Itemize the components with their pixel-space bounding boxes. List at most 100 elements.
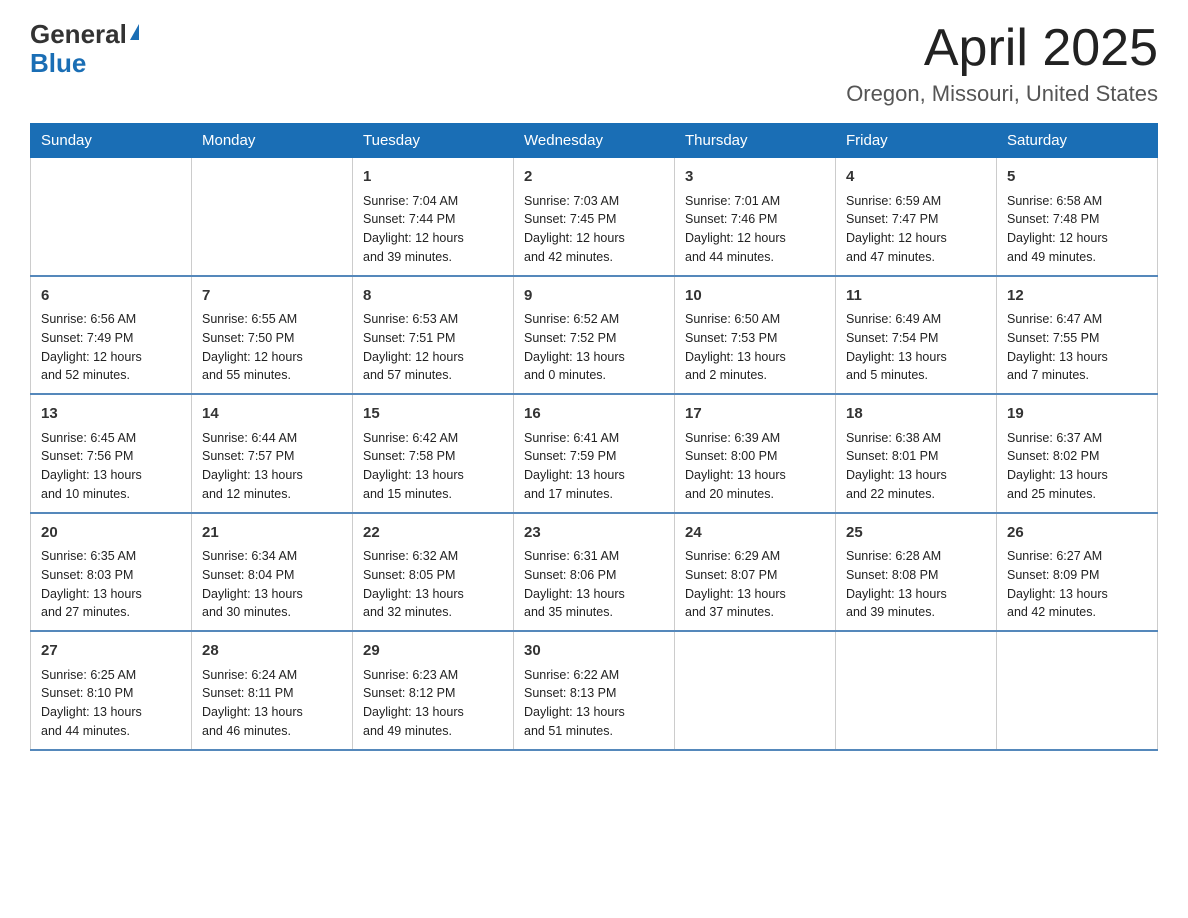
table-row: 11Sunrise: 6:49 AM Sunset: 7:54 PM Dayli… [836, 276, 997, 395]
day-number: 13 [41, 403, 181, 426]
day-info: Sunrise: 6:55 AM Sunset: 7:50 PM Dayligh… [202, 310, 342, 385]
col-wednesday: Wednesday [514, 124, 675, 158]
day-number: 10 [685, 285, 825, 308]
day-info: Sunrise: 7:04 AM Sunset: 7:44 PM Dayligh… [363, 192, 503, 267]
table-row: 30 Sunrise: 6:22 AM Sunset: 8:13 PM Dayli… [514, 631, 675, 750]
table-row: 21Sunrise: 6:34 AM Sunset: 8:04 PM Dayli… [192, 513, 353, 632]
day-info: Sunrise: 6:25 AM Sunset: 8:10 PM Dayligh… [41, 666, 181, 741]
table-row: 15 Sunrise: 6:42 AM Sunset: 7:58 PM Dayli… [353, 394, 514, 513]
calendar-table: Sunday Monday Tuesday Wednesday Thursday… [30, 123, 1158, 751]
day-info: Sunrise: 6:24 AM Sunset: 8:11 PM Dayligh… [202, 666, 342, 741]
col-sunday: Sunday [31, 124, 192, 158]
day-number: 29 [363, 640, 503, 663]
day-info: Sunrise: 6:45 AM Sunset: 7:56 PM Dayligh… [41, 429, 181, 504]
day-info: Sunrise: 6:53 AM Sunset: 7:51 PM Dayligh… [363, 310, 503, 385]
day-number: 8 [363, 285, 503, 308]
day-number: 7 [202, 285, 342, 308]
table-row [836, 631, 997, 750]
day-number: 17 [685, 403, 825, 426]
logo-blue-text: Blue [30, 49, 139, 78]
table-row [997, 631, 1158, 750]
day-info: Sunrise: 6:32 AM Sunset: 8:05 PM Dayligh… [363, 547, 503, 622]
table-row: 29 Sunrise: 6:23 AM Sunset: 8:12 PM Dayli… [353, 631, 514, 750]
table-row: 28 Sunrise: 6:24 AM Sunset: 8:11 PM Dayli… [192, 631, 353, 750]
day-info: Sunrise: 6:58 AM Sunset: 7:48 PM Dayligh… [1007, 192, 1147, 267]
day-info: Sunrise: 6:42 AM Sunset: 7:58 PM Dayligh… [363, 429, 503, 504]
day-info: Sunrise: 6:38 AM Sunset: 8:01 PM Dayligh… [846, 429, 986, 504]
day-number: 23 [524, 522, 664, 545]
day-number: 2 [524, 166, 664, 189]
day-info: Sunrise: 6:22 AM Sunset: 8:13 PM Dayligh… [524, 666, 664, 741]
table-row: 4Sunrise: 6:59 AM Sunset: 7:47 PM Daylig… [836, 158, 997, 276]
day-number: 22 [363, 522, 503, 545]
logo-general-text: General [30, 20, 139, 49]
table-row: 12Sunrise: 6:47 AM Sunset: 7:55 PM Dayli… [997, 276, 1158, 395]
table-row: 18Sunrise: 6:38 AM Sunset: 8:01 PM Dayli… [836, 394, 997, 513]
day-info: Sunrise: 6:31 AM Sunset: 8:06 PM Dayligh… [524, 547, 664, 622]
table-row [675, 631, 836, 750]
table-row: 25Sunrise: 6:28 AM Sunset: 8:08 PM Dayli… [836, 513, 997, 632]
table-row: 1 Sunrise: 7:04 AM Sunset: 7:44 PM Daylig… [353, 158, 514, 276]
table-row: 23Sunrise: 6:31 AM Sunset: 8:06 PM Dayli… [514, 513, 675, 632]
day-info: Sunrise: 7:01 AM Sunset: 7:46 PM Dayligh… [685, 192, 825, 267]
day-number: 24 [685, 522, 825, 545]
day-number: 6 [41, 285, 181, 308]
day-number: 3 [685, 166, 825, 189]
day-info: Sunrise: 6:29 AM Sunset: 8:07 PM Dayligh… [685, 547, 825, 622]
day-number: 5 [1007, 166, 1147, 189]
day-number: 28 [202, 640, 342, 663]
col-monday: Monday [192, 124, 353, 158]
day-number: 21 [202, 522, 342, 545]
col-saturday: Saturday [997, 124, 1158, 158]
col-friday: Friday [836, 124, 997, 158]
calendar-week-row: 6Sunrise: 6:56 AM Sunset: 7:49 PM Daylig… [31, 276, 1158, 395]
table-row: 26Sunrise: 6:27 AM Sunset: 8:09 PM Dayli… [997, 513, 1158, 632]
day-info: Sunrise: 6:44 AM Sunset: 7:57 PM Dayligh… [202, 429, 342, 504]
day-info: Sunrise: 7:03 AM Sunset: 7:45 PM Dayligh… [524, 192, 664, 267]
day-number: 4 [846, 166, 986, 189]
col-thursday: Thursday [675, 124, 836, 158]
table-row: 6Sunrise: 6:56 AM Sunset: 7:49 PM Daylig… [31, 276, 192, 395]
table-row: 5 Sunrise: 6:58 AM Sunset: 7:48 PM Daylig… [997, 158, 1158, 276]
day-number: 1 [363, 166, 503, 189]
page-header: General Blue April 2025 Oregon, Missouri… [30, 20, 1158, 107]
day-info: Sunrise: 6:27 AM Sunset: 8:09 PM Dayligh… [1007, 547, 1147, 622]
day-number: 16 [524, 403, 664, 426]
day-number: 14 [202, 403, 342, 426]
day-info: Sunrise: 6:47 AM Sunset: 7:55 PM Dayligh… [1007, 310, 1147, 385]
table-row: 8Sunrise: 6:53 AM Sunset: 7:51 PM Daylig… [353, 276, 514, 395]
day-number: 25 [846, 522, 986, 545]
table-row: 7Sunrise: 6:55 AM Sunset: 7:50 PM Daylig… [192, 276, 353, 395]
table-row [31, 158, 192, 276]
table-row: 3 Sunrise: 7:01 AM Sunset: 7:46 PM Daylig… [675, 158, 836, 276]
day-info: Sunrise: 6:28 AM Sunset: 8:08 PM Dayligh… [846, 547, 986, 622]
table-row: 24Sunrise: 6:29 AM Sunset: 8:07 PM Dayli… [675, 513, 836, 632]
day-info: Sunrise: 6:56 AM Sunset: 7:49 PM Dayligh… [41, 310, 181, 385]
day-number: 11 [846, 285, 986, 308]
logo: General Blue [30, 20, 139, 77]
day-number: 19 [1007, 403, 1147, 426]
table-row: 22Sunrise: 6:32 AM Sunset: 8:05 PM Dayli… [353, 513, 514, 632]
day-number: 12 [1007, 285, 1147, 308]
day-info: Sunrise: 6:34 AM Sunset: 8:04 PM Dayligh… [202, 547, 342, 622]
table-row: 14 Sunrise: 6:44 AM Sunset: 7:57 PM Dayli… [192, 394, 353, 513]
day-number: 15 [363, 403, 503, 426]
calendar-week-row: 1 Sunrise: 7:04 AM Sunset: 7:44 PM Daylig… [31, 158, 1158, 276]
month-title: April 2025 [846, 20, 1158, 77]
table-row: 9Sunrise: 6:52 AM Sunset: 7:52 PM Daylig… [514, 276, 675, 395]
table-row: 10Sunrise: 6:50 AM Sunset: 7:53 PM Dayli… [675, 276, 836, 395]
col-tuesday: Tuesday [353, 124, 514, 158]
table-row [192, 158, 353, 276]
day-info: Sunrise: 6:50 AM Sunset: 7:53 PM Dayligh… [685, 310, 825, 385]
day-number: 30 [524, 640, 664, 663]
location-title: Oregon, Missouri, United States [846, 81, 1158, 107]
day-info: Sunrise: 6:23 AM Sunset: 8:12 PM Dayligh… [363, 666, 503, 741]
table-row: 19 Sunrise: 6:37 AM Sunset: 8:02 PM Dayli… [997, 394, 1158, 513]
calendar-week-row: 27Sunrise: 6:25 AM Sunset: 8:10 PM Dayli… [31, 631, 1158, 750]
day-info: Sunrise: 6:35 AM Sunset: 8:03 PM Dayligh… [41, 547, 181, 622]
day-info: Sunrise: 6:37 AM Sunset: 8:02 PM Dayligh… [1007, 429, 1147, 504]
calendar-week-row: 20Sunrise: 6:35 AM Sunset: 8:03 PM Dayli… [31, 513, 1158, 632]
day-info: Sunrise: 6:41 AM Sunset: 7:59 PM Dayligh… [524, 429, 664, 504]
day-info: Sunrise: 6:52 AM Sunset: 7:52 PM Dayligh… [524, 310, 664, 385]
day-info: Sunrise: 6:49 AM Sunset: 7:54 PM Dayligh… [846, 310, 986, 385]
